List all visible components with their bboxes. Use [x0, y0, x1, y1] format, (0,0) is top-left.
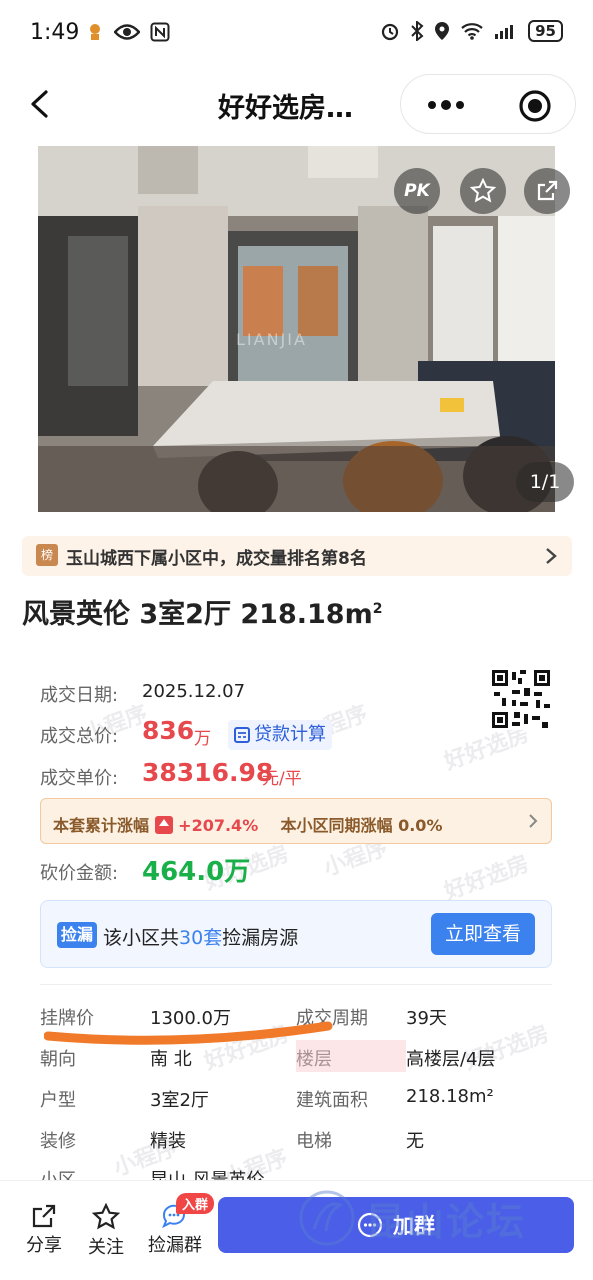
status-left-icons — [86, 22, 170, 42]
share-icon — [537, 180, 558, 201]
unit-price-value: 38316.98 — [142, 758, 274, 787]
photo-counter: 1/1 — [516, 462, 574, 502]
share-tab[interactable]: 分享 — [14, 1203, 74, 1257]
page-title: 好好选房… — [218, 93, 353, 124]
eye-icon — [114, 24, 140, 40]
nav-bar: 好好选房… — [0, 66, 593, 142]
deal-info-card: 小程序 小程序 好好选房 好好选房 小程序 好好选房 好好选房 好好选房 小程序… — [22, 650, 570, 1190]
chevron-right-icon — [529, 814, 538, 828]
detail-value-cycle: 39天 — [406, 1008, 447, 1029]
rise-up-icon — [154, 816, 173, 834]
back-button[interactable] — [24, 84, 64, 124]
wifi-icon — [461, 23, 483, 40]
detail-label-decoration: 装修 — [40, 1131, 76, 1152]
leak-text-pre: 该小区共 — [103, 927, 180, 949]
qr-code — [490, 668, 552, 730]
ranking-banner[interactable]: 榜 玉山城西下属小区中，成交量排名第8名 — [22, 536, 572, 576]
listing-title: 风景英伦 3室2厅 218.18m2 — [22, 592, 382, 631]
star-icon — [470, 178, 496, 203]
forum-watermark: 昆山论坛 — [296, 1189, 526, 1247]
share-label: 分享 — [26, 1235, 62, 1256]
more-dots-icon — [428, 100, 464, 110]
total-price-value: 836 — [142, 716, 195, 745]
share-photo-button[interactable] — [524, 168, 570, 214]
bargain-value: 464.0万 — [142, 857, 251, 887]
ranking-badge: 榜 — [36, 544, 58, 566]
nfc-icon — [150, 22, 170, 42]
detail-value-floor: 高楼层/4层 — [406, 1049, 496, 1070]
bluetooth-icon — [411, 21, 424, 41]
watermark-app-3: 好好选房 — [441, 851, 533, 906]
detail-value-area: 218.18m² — [406, 1086, 494, 1107]
unit-price-unit: 元/平 — [262, 769, 302, 789]
listing-title-sup: 2 — [372, 601, 383, 617]
back-arrow-icon — [31, 90, 48, 118]
unit-price-label: 成交单价: — [40, 768, 119, 789]
calculator-icon — [234, 727, 250, 743]
status-time: 1:49 — [30, 20, 80, 45]
rise-label: 本套累计涨幅 — [53, 816, 150, 835]
community-rise-pct: 0.0% — [398, 816, 443, 835]
target-circle-icon — [519, 90, 551, 122]
deal-date-value: 2025.12.07 — [142, 681, 246, 702]
follow-label: 关注 — [88, 1237, 124, 1258]
total-price-label: 成交总价: — [40, 726, 119, 747]
total-price-unit: 万 — [194, 729, 211, 749]
detail-label-elevator: 电梯 — [296, 1131, 332, 1152]
alarm-icon — [382, 23, 399, 41]
pk-compare-button[interactable]: PK — [394, 168, 440, 214]
leak-listings-banner: 捡漏 该小区共30套捡漏房源 立即查看 — [40, 900, 552, 968]
bottom-action-bar: 分享 关注 捡漏群 入群 加群 昆山论坛 — [0, 1180, 593, 1280]
leak-text: 该小区共30套捡漏房源 — [103, 923, 298, 950]
battery-indicator: 95 — [528, 20, 563, 42]
star-icon — [92, 1203, 120, 1230]
favorite-button[interactable] — [460, 168, 506, 214]
rise-pct: +207.4% — [178, 816, 259, 835]
price-rise-banner[interactable]: 本套累计涨幅 +207.4% 本小区同期涨幅 0.0% — [40, 798, 552, 844]
ranking-text: 玉山城西下属小区中，成交量排名第8名 — [66, 549, 367, 569]
orange-underline-mark — [44, 1021, 333, 1045]
loan-calculator-label: 贷款计算 — [254, 724, 326, 745]
divider — [40, 984, 552, 985]
bargain-label: 砍价金额: — [40, 863, 119, 884]
leak-count: 30套 — [179, 927, 223, 949]
loan-calculator-button[interactable]: 贷款计算 — [228, 720, 332, 750]
view-leak-button[interactable]: 立即查看 — [431, 913, 535, 955]
forum-watermark-text: 昆山论坛 — [366, 1199, 527, 1244]
follow-tab[interactable]: 关注 — [76, 1203, 136, 1259]
forum-logo-icon — [299, 1190, 355, 1246]
close-mini-program-button[interactable] — [517, 88, 553, 124]
mini-program-capsule — [400, 74, 576, 134]
price-rise-text: 本套累计涨幅 +207.4% 本小区同期涨幅 0.0% — [53, 812, 442, 836]
detail-label-layout: 户型 — [40, 1090, 76, 1111]
app-notification-icon — [90, 24, 100, 40]
more-button[interactable] — [425, 93, 467, 117]
leak-group-label: 捡漏群 — [148, 1235, 202, 1256]
status-right-icons: 95 — [380, 20, 563, 42]
chevron-right-icon — [546, 548, 557, 564]
join-group-badge: 入群 — [176, 1193, 215, 1214]
leak-text-post: 捡漏房源 — [222, 927, 299, 949]
share-icon — [32, 1204, 56, 1228]
detail-value-elevator: 无 — [406, 1131, 424, 1152]
leak-badge: 捡漏 — [57, 922, 98, 948]
community-rise-label: 本小区同期涨幅 — [280, 816, 393, 835]
detail-value-decoration: 精装 — [150, 1131, 186, 1152]
deal-date-label: 成交日期: — [40, 685, 119, 706]
detail-value-layout: 3室2厅 — [150, 1090, 209, 1111]
detail-label-area: 建筑面积 — [296, 1090, 368, 1111]
photo-watermark: LIANJIA — [236, 330, 307, 349]
status-bar: 1:49 95 — [0, 0, 593, 66]
listing-title-text: 风景英伦 3室2厅 218.18m — [22, 599, 373, 630]
signal-icon — [495, 25, 514, 39]
location-icon — [435, 22, 450, 40]
